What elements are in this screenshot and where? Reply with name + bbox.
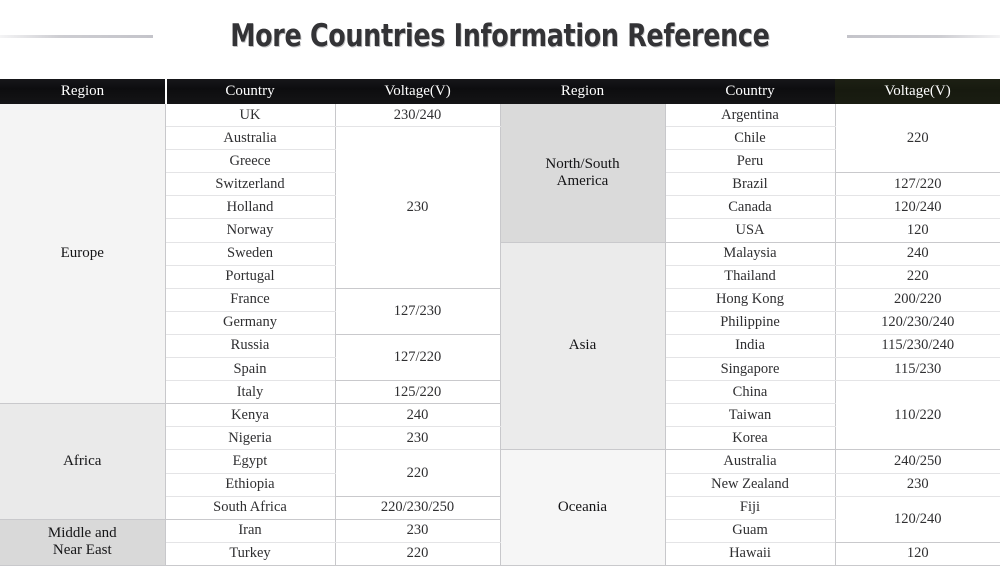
voltage-cell: 220/230/250 xyxy=(335,496,501,520)
country-cell: Australia xyxy=(665,449,836,474)
column-header-voltage-right: Voltage(V) xyxy=(835,79,1000,104)
country-cell: France xyxy=(165,288,336,312)
country-cell: Switzerland xyxy=(165,172,336,197)
country-cell: Hong Kong xyxy=(665,288,836,312)
country-cell: Korea xyxy=(665,426,836,451)
country-cell: Guam xyxy=(665,519,836,543)
voltage-reference-table: Region Country Voltage(V) Region Country… xyxy=(0,79,1000,566)
country-cell: Brazil xyxy=(665,172,836,197)
country-cell: Norway xyxy=(165,218,336,243)
country-cell: Russia xyxy=(165,334,336,359)
country-cell: Ethiopia xyxy=(165,473,336,497)
country-cell: Sweden xyxy=(165,242,336,266)
voltage-cell: 115/230/240 xyxy=(835,334,1000,359)
column-header-voltage-left: Voltage(V) xyxy=(335,79,500,104)
voltage-cell: 240 xyxy=(335,403,501,428)
region-cell-north-south-america: North/South America xyxy=(500,104,666,243)
country-cell: Italy xyxy=(165,380,336,405)
voltage-cell: 127/220 xyxy=(335,334,501,382)
voltage-cell: 120/240 xyxy=(835,496,1000,543)
table-header-row: Region Country Voltage(V) Region Country… xyxy=(0,79,1000,104)
country-cell: Canada xyxy=(665,195,836,220)
page-title: More Countries Information Reference xyxy=(230,17,770,54)
country-cell: Spain xyxy=(165,357,336,382)
country-cell: Australia xyxy=(165,126,336,151)
country-cell: Thailand xyxy=(665,265,836,289)
region-label-line2: Near East xyxy=(52,542,112,559)
country-cell: Argentina xyxy=(665,104,836,128)
country-cell: Iran xyxy=(165,519,336,543)
title-band: More Countries Information Reference xyxy=(0,0,1000,72)
voltage-cell: 220 xyxy=(835,104,1000,174)
region-cell-asia: Asia xyxy=(500,242,666,451)
voltage-cell: 220 xyxy=(335,449,501,497)
country-cell: New Zealand xyxy=(665,473,836,497)
country-cell: Germany xyxy=(165,311,336,335)
country-cell: Greece xyxy=(165,149,336,174)
voltage-cell: 230 xyxy=(335,126,501,289)
region-label-line1: North/South xyxy=(545,155,620,172)
column-header-region-right: Region xyxy=(500,79,665,104)
table-header: Region Country Voltage(V) Region Country… xyxy=(0,79,1000,104)
voltage-cell: 127/220 xyxy=(835,172,1000,197)
voltage-cell: 127/230 xyxy=(335,288,501,335)
country-cell: Singapore xyxy=(665,357,836,382)
country-cell: Peru xyxy=(665,149,836,174)
country-cell: Hawaii xyxy=(665,542,836,566)
country-cell: Fiji xyxy=(665,496,836,520)
voltage-cell: 240 xyxy=(835,242,1000,266)
country-cell: Turkey xyxy=(165,542,336,566)
voltage-cell: 120/230/240 xyxy=(835,311,1000,335)
country-cell: India xyxy=(665,334,836,359)
country-cell: Nigeria xyxy=(165,426,336,451)
table-row: Europe UK 230/240 North/South America Argenti… xyxy=(0,104,1000,405)
voltage-cell: 120/240 xyxy=(835,195,1000,220)
country-cell: Philippine xyxy=(665,311,836,335)
voltage-cell: 200/220 xyxy=(835,288,1000,312)
decorative-rule-right-icon xyxy=(846,34,1000,38)
region-cell-middle-and-near-east: Middle and Near East xyxy=(0,519,166,566)
country-cell: UK xyxy=(165,104,336,128)
region-cell-oceania: Oceania xyxy=(500,449,666,566)
country-cell: Portugal xyxy=(165,265,336,289)
voltage-cell: 110/220 xyxy=(835,380,1000,451)
voltage-cell: 115/230 xyxy=(835,357,1000,382)
country-cell: Holland xyxy=(165,195,336,220)
country-cell: USA xyxy=(665,218,836,243)
country-cell: South Africa xyxy=(165,496,336,520)
voltage-cell: 230 xyxy=(835,473,1000,497)
country-cell: Taiwan xyxy=(665,403,836,428)
region-label-line1: Middle and xyxy=(47,525,117,542)
voltage-cell: 230 xyxy=(335,426,501,451)
country-cell: Egypt xyxy=(165,449,336,474)
region-cell-africa: Africa xyxy=(0,403,166,520)
voltage-cell: 230 xyxy=(335,519,501,543)
voltage-cell: 120 xyxy=(835,218,1000,243)
voltage-cell: 220 xyxy=(835,265,1000,289)
table-body: Europe UK 230/240 North/South America Argenti… xyxy=(0,104,1000,566)
voltage-cell: 220 xyxy=(335,542,501,566)
voltage-cell: 120 xyxy=(835,542,1000,566)
voltage-cell: 240/250 xyxy=(835,449,1000,474)
decorative-rule-left-icon xyxy=(0,34,154,38)
column-header-country-right: Country xyxy=(665,79,835,104)
region-cell-europe: Europe xyxy=(0,104,166,405)
voltage-cell: 125/220 xyxy=(335,380,501,405)
country-cell: China xyxy=(665,380,836,405)
country-cell: Kenya xyxy=(165,403,336,428)
column-header-country-left: Country xyxy=(165,79,335,104)
region-label-line2: America xyxy=(556,172,609,189)
voltage-cell: 230/240 xyxy=(335,104,501,128)
country-cell: Chile xyxy=(665,126,836,151)
country-cell: Malaysia xyxy=(665,242,836,266)
column-header-region-left: Region xyxy=(0,79,165,104)
